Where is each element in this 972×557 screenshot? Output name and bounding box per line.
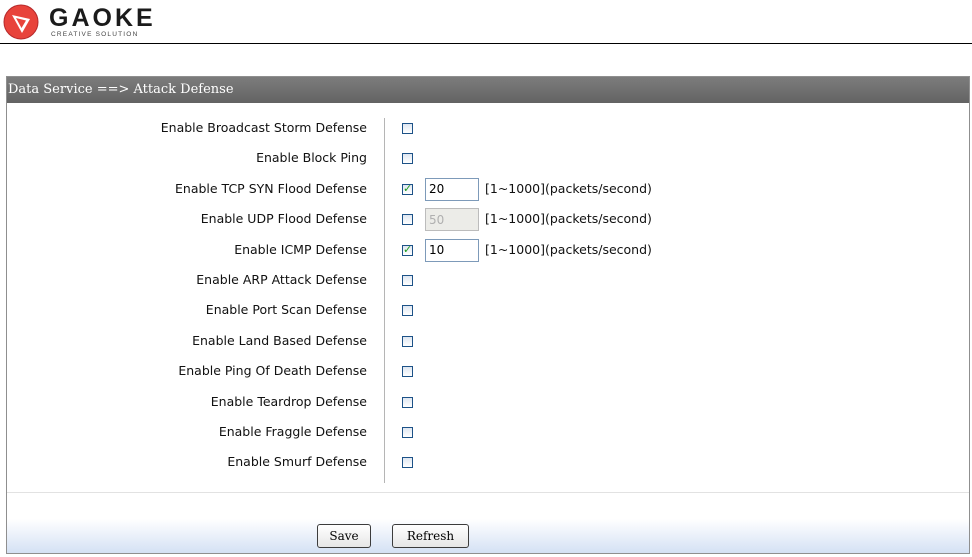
brand-name: GAOKE (49, 4, 156, 32)
defense-label: Enable Broadcast Storm Defense (160, 120, 367, 135)
defense-checkbox[interactable] (402, 335, 413, 347)
rate-range-hint: [1~1000](packets/second) (485, 211, 652, 227)
defense-checkbox[interactable] (402, 457, 413, 469)
defense-row: Enable ARP Attack Defense (7, 266, 969, 296)
defense-row: Enable UDP Flood Defense [1~1000](packets… (7, 205, 969, 235)
defense-label: Enable ICMP Defense (234, 241, 367, 257)
defense-row: Enable ICMP Defense ✓ [1~1000](packets/sec… (7, 236, 969, 266)
defense-row: Enable TCP SYN Flood Defense ✓ [1~1000](pa… (7, 175, 969, 205)
defense-label: Enable ARP Attack Defense (196, 272, 367, 287)
defense-row: Enable Block Ping (7, 144, 969, 174)
save-button[interactable]: Save (317, 524, 371, 548)
attack-defense-panel: Data Service ==> Attack Defense Enable B… (6, 76, 970, 554)
defense-row: Enable Broadcast Storm Defense (7, 114, 969, 144)
defense-label: Enable Teardrop Defense (210, 393, 367, 409)
defense-row: Enable Teardrop Defense (7, 388, 969, 418)
refresh-button[interactable]: Refresh (392, 524, 469, 548)
rate-range-hint: [1~1000](packets/second) (485, 180, 652, 196)
packets-per-second-input[interactable] (425, 177, 479, 201)
form-separator (7, 492, 969, 493)
defense-checkbox[interactable]: ✓ (402, 242, 413, 256)
brand-tagline: CREATIVE SOLUTION (51, 31, 139, 38)
defense-row: Enable Ping Of Death Defense (7, 357, 969, 387)
defense-checkbox[interactable] (402, 305, 413, 317)
defense-row: Enable Port Scan Defense (7, 296, 969, 326)
defense-label: Enable Block Ping (256, 150, 367, 166)
defense-label: Enable TCP SYN Flood Defense (175, 180, 367, 196)
defense-checkbox[interactable] (402, 427, 413, 438)
defense-checkbox[interactable]: ✓ (402, 181, 413, 195)
defense-label: Enable Ping Of Death Defense (178, 363, 367, 379)
defense-row: Enable Land Based Defense (7, 327, 969, 357)
gaoke-logo-icon (3, 4, 39, 40)
defense-checkbox[interactable] (402, 214, 413, 226)
defense-checkbox[interactable] (402, 123, 413, 134)
defense-label: Enable UDP Flood Defense (200, 211, 367, 227)
rate-range-hint: [1~1000](packets/second) (485, 241, 652, 257)
checkmark-icon: ✓ (403, 181, 413, 195)
defense-checkbox[interactable] (402, 275, 413, 286)
defense-row: Enable Smurf Defense (7, 448, 969, 478)
action-bar: Save Refresh (7, 519, 969, 553)
packets-per-second-input[interactable] (425, 238, 479, 262)
defense-checkbox[interactable] (402, 396, 413, 408)
defense-label: Enable Fraggle Defense (218, 424, 367, 439)
packets-per-second-input[interactable] (425, 208, 479, 232)
defense-checkbox[interactable] (402, 153, 413, 165)
panel-title: Data Service ==> Attack Defense (7, 77, 969, 103)
page-header: GAOKE CREATIVE SOLUTION (0, 0, 972, 44)
defense-label: Enable Port Scan Defense (205, 302, 367, 318)
checkmark-icon: ✓ (403, 242, 413, 256)
defense-row: Enable Fraggle Defense (7, 418, 969, 448)
defense-checkbox[interactable] (402, 366, 413, 378)
defense-label: Enable Smurf Defense (227, 454, 367, 470)
defense-label: Enable Land Based Defense (192, 332, 367, 348)
header-divider (0, 43, 972, 44)
